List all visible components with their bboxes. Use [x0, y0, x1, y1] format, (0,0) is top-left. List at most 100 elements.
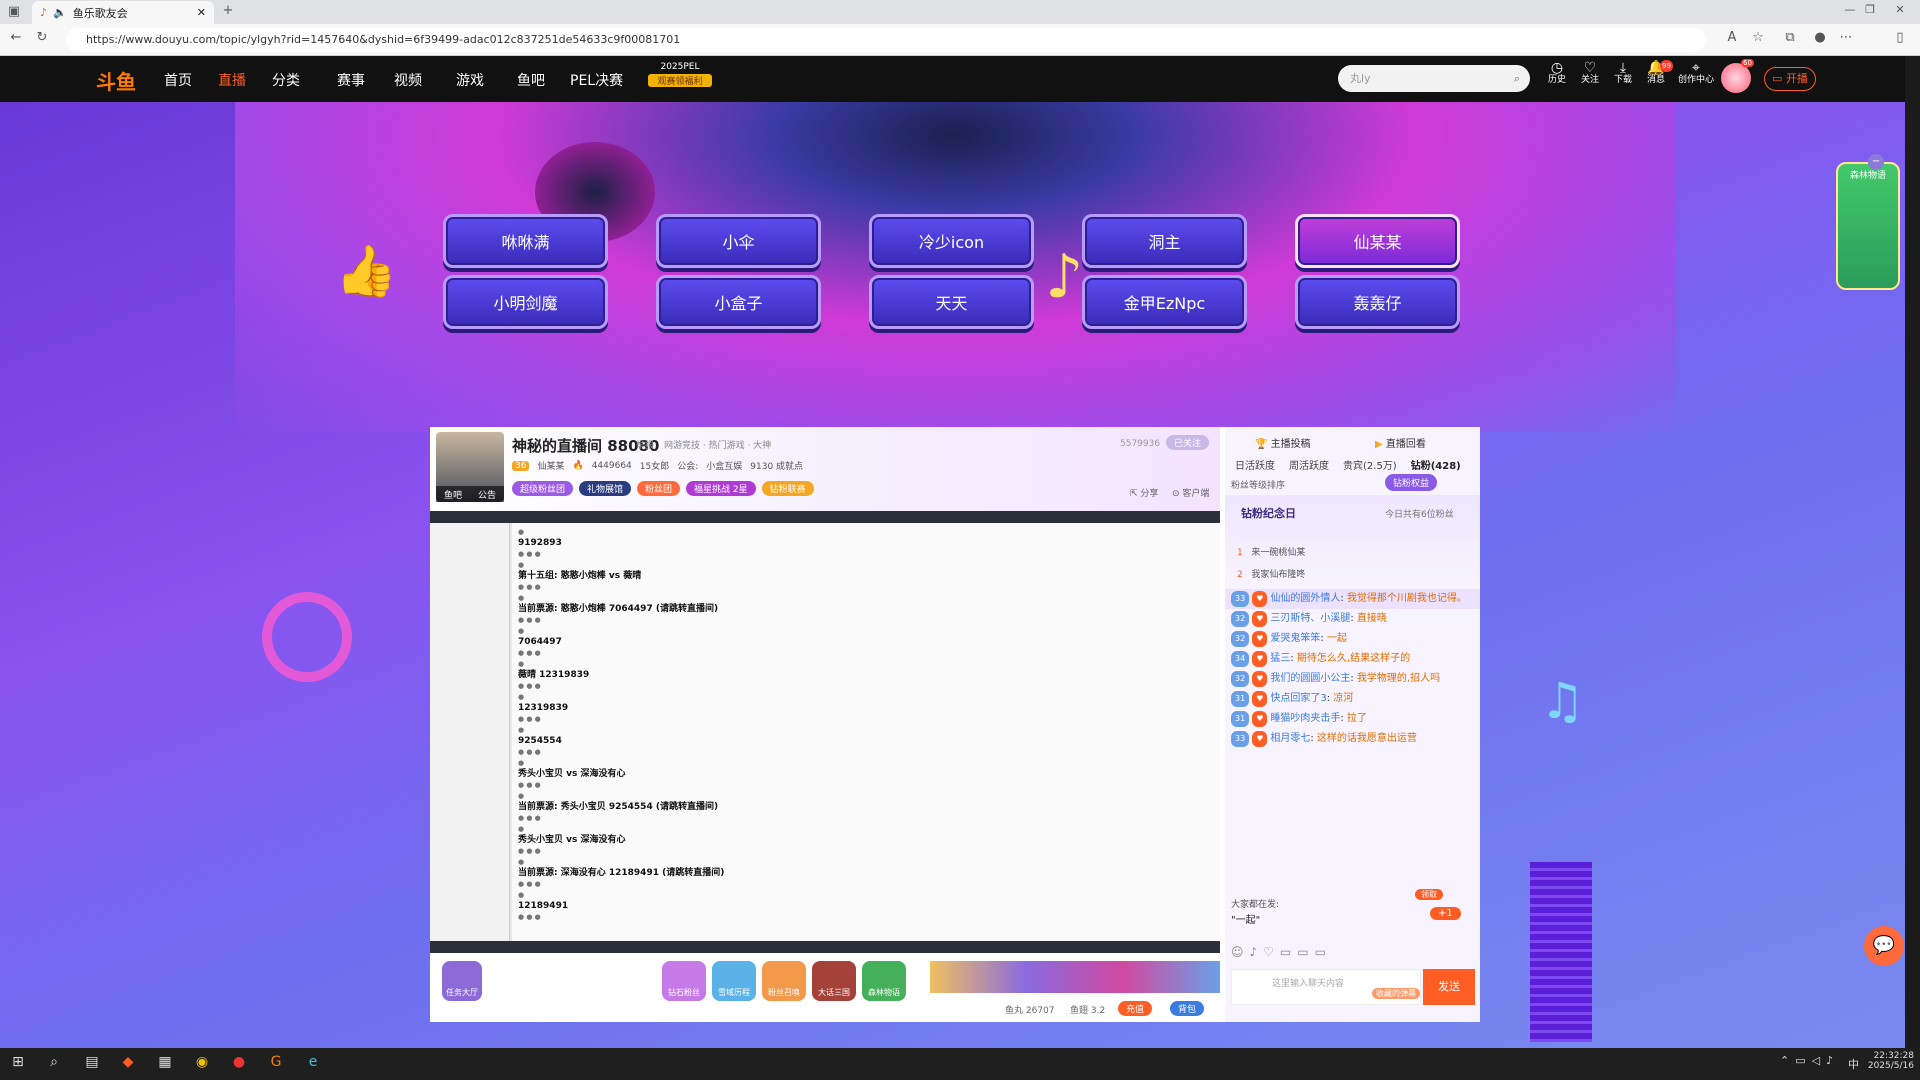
diamond-rights-button[interactable]: 钻粉权益: [1385, 474, 1438, 491]
nav-category[interactable]: 分类: [272, 70, 300, 90]
singer-button-10[interactable]: 轰轰仔: [1295, 275, 1460, 329]
tab-diamond[interactable]: 钻粉(428): [1411, 457, 1461, 472]
singer-button-5[interactable]: 仙某某: [1295, 214, 1460, 268]
nav-yuba[interactable]: 鱼吧: [517, 70, 545, 90]
fan-summon-icon[interactable]: 粉丝召唤: [762, 961, 806, 1001]
tab-weekly[interactable]: 周活跃度: [1289, 457, 1329, 472]
send-button[interactable]: 发送: [1423, 969, 1475, 1005]
singer-button-7[interactable]: 小盒子: [656, 275, 821, 329]
profile-icon[interactable]: ●: [1810, 30, 1830, 45]
taskbar-search-icon[interactable]: ⌕: [44, 1054, 64, 1070]
yuba-link[interactable]: 鱼吧: [444, 488, 462, 501]
url-field[interactable]: https://www.douyu.com/topic/ylgyh?rid=14…: [66, 28, 1706, 52]
gift-bar[interactable]: [930, 961, 1220, 993]
task-hall-icon[interactable]: 任务大厅: [442, 961, 482, 1001]
tab-vip[interactable]: 贵宾(2.5万): [1343, 457, 1397, 472]
avatar[interactable]: 60: [1721, 59, 1754, 93]
singer-button-4[interactable]: 洞主: [1082, 214, 1247, 268]
chat-input[interactable]: 这里输入聊天内容 收藏的弹幕: [1231, 969, 1421, 1005]
download-button[interactable]: ⤓ 下载: [1607, 61, 1639, 86]
forest-story-icon[interactable]: 森林物语: [862, 961, 906, 1001]
chat-username[interactable]: 三刃斯特、小溪腿: [1270, 613, 1350, 624]
windows-start-icon[interactable]: ⊞: [8, 1054, 28, 1070]
app-icon-2[interactable]: ▦: [155, 1054, 175, 1070]
backpack-button[interactable]: 背包: [1170, 1001, 1205, 1016]
go-live-button[interactable]: ▭ 开播: [1764, 67, 1816, 91]
saved-barrage-button[interactable]: 收藏的弹幕: [1372, 988, 1420, 999]
rank-row-1[interactable]: 1 来一碗桃仙某: [1237, 545, 1305, 558]
chat-username[interactable]: 仙仙的圆外情人: [1270, 593, 1340, 604]
rank-sort-label[interactable]: 粉丝等级排序: [1231, 478, 1285, 491]
diamond-fans-icon[interactable]: 钻石粉丝: [662, 961, 706, 1001]
sidebar-icon[interactable]: ▯: [1890, 30, 1910, 45]
app-icon-1[interactable]: ◆: [118, 1054, 138, 1070]
chat-toolbar[interactable]: ☺♪♡▭▭▭: [1231, 945, 1473, 965]
forest-event-float[interactable]: 森林物语: [1836, 162, 1900, 290]
app-icon-4[interactable]: ●: [229, 1054, 249, 1070]
tray-icons[interactable]: ⌃▭◁♪: [1780, 1054, 1839, 1067]
plus-one-button[interactable]: +1: [1430, 907, 1461, 920]
diamond-league-tag[interactable]: 钻粉联赛: [761, 481, 814, 496]
chat-username[interactable]: 快点回家了3: [1270, 693, 1326, 704]
anchor-name[interactable]: 仙某某: [537, 459, 564, 472]
anchor-submit-link[interactable]: 🏆 主播投稿: [1255, 435, 1311, 450]
tab-actions-icon[interactable]: ▣: [4, 4, 24, 19]
room-category[interactable]: 网游竞技 · 热门游戏 · 大神: [664, 438, 771, 451]
recharge-button[interactable]: 充值: [1118, 1001, 1153, 1016]
singer-button-8[interactable]: 天天: [869, 275, 1034, 329]
rank-row-2[interactable]: 2 我家仙布隆咚: [1237, 567, 1305, 580]
input-language[interactable]: 中: [1848, 1056, 1859, 1072]
client-button[interactable]: ⊙ 客户端: [1172, 486, 1209, 499]
anchor-avatar[interactable]: 鱼吧 公告: [436, 432, 504, 502]
singer-button-6[interactable]: 小明剑魔: [443, 275, 608, 329]
chat-message[interactable]: 33 ♥ 相月零七: 这样的话我愿意出运营: [1225, 729, 1480, 749]
pel-promo[interactable]: 2025PEL 观赛领福利: [648, 62, 712, 92]
minimize-icon[interactable]: —: [1840, 3, 1860, 16]
nav-home[interactable]: 首页: [164, 70, 192, 90]
chat-message[interactable]: 32 ♥ 三刃斯特、小溪腿: 直接晓: [1225, 609, 1480, 629]
singer-button-3[interactable]: 冷少icon: [869, 214, 1034, 268]
chat-message[interactable]: 33 ♥ 仙仙的圆外情人: 我觉得那个川剧我也记得。: [1225, 589, 1480, 609]
replay-link[interactable]: ▶ 直播回看: [1375, 435, 1426, 450]
everyone-text[interactable]: "一起": [1231, 911, 1260, 926]
notice-link[interactable]: 公告: [478, 488, 496, 501]
share-button[interactable]: ⇱ 分享: [1130, 486, 1158, 499]
close-window-icon[interactable]: ✕: [1890, 3, 1910, 16]
edge-browser-icon[interactable]: e: [303, 1054, 323, 1070]
nav-video[interactable]: 视频: [394, 70, 422, 90]
chat-message[interactable]: 31 ♥ 快点回家了3: 凉河: [1225, 689, 1480, 709]
creator-center-button[interactable]: ⌖ 创作中心: [1676, 61, 1716, 86]
chat-username[interactable]: 爱哭鬼笨笨: [1270, 633, 1320, 644]
read-aloud-icon[interactable]: A: [1722, 30, 1742, 45]
chat-message[interactable]: 32 ♥ 爱哭鬼笨笨: 一起: [1225, 629, 1480, 649]
fan-club-tag[interactable]: 粉丝团: [637, 481, 681, 496]
singer-button-9[interactable]: 金甲EzNpc: [1082, 275, 1247, 329]
new-tab-icon[interactable]: +: [218, 3, 238, 18]
douyu-logo[interactable]: 斗鱼: [96, 66, 136, 95]
mute-icon[interactable]: 🔈: [53, 6, 67, 19]
file-explorer-icon[interactable]: ▤: [82, 1054, 102, 1070]
chat-message[interactable]: 31 ♥ 睡猫吵肉夹击手: 拉了: [1225, 709, 1480, 729]
singer-button-1[interactable]: 咻咻满: [443, 214, 608, 268]
followed-button[interactable]: 已关注: [1166, 435, 1210, 450]
nav-pel[interactable]: PEL决赛: [570, 70, 623, 90]
gift-hall-tag[interactable]: 礼物展馆: [579, 481, 632, 496]
chat-username[interactable]: 猛三: [1270, 653, 1290, 664]
chat-message[interactable]: 32 ♥ 我们的圆圆小公主: 我学物理的,招人吗: [1225, 669, 1480, 689]
extensions-icon[interactable]: ⧉: [1780, 30, 1800, 45]
video-stream[interactable]: ● 9192893 ● ● ● ● 第十五组: 憨憨小炮棒 vs 薇晴 ● ● ● ● …: [430, 511, 1220, 953]
follow-button[interactable]: ♡ 关注: [1574, 61, 1606, 86]
back-icon[interactable]: ←: [6, 30, 26, 45]
singer-button-2[interactable]: 小伞: [656, 214, 821, 268]
guild-name[interactable]: 小盒互娱: [706, 459, 742, 472]
app-icon-3[interactable]: ◉: [192, 1054, 212, 1070]
favorite-icon[interactable]: ☆: [1748, 30, 1768, 45]
close-tab-icon[interactable]: ✕: [197, 6, 206, 19]
maximize-icon[interactable]: ❐: [1860, 3, 1880, 16]
search-icon[interactable]: ⌕: [1514, 65, 1520, 92]
report-link[interactable]: 举报: [636, 438, 654, 451]
star-challenge-tag[interactable]: 福星挑战 2星: [686, 481, 756, 496]
tab-daily[interactable]: 日活跃度: [1235, 457, 1275, 472]
refresh-icon[interactable]: ↻: [32, 30, 52, 45]
more-icon[interactable]: ⋯: [1836, 30, 1856, 45]
